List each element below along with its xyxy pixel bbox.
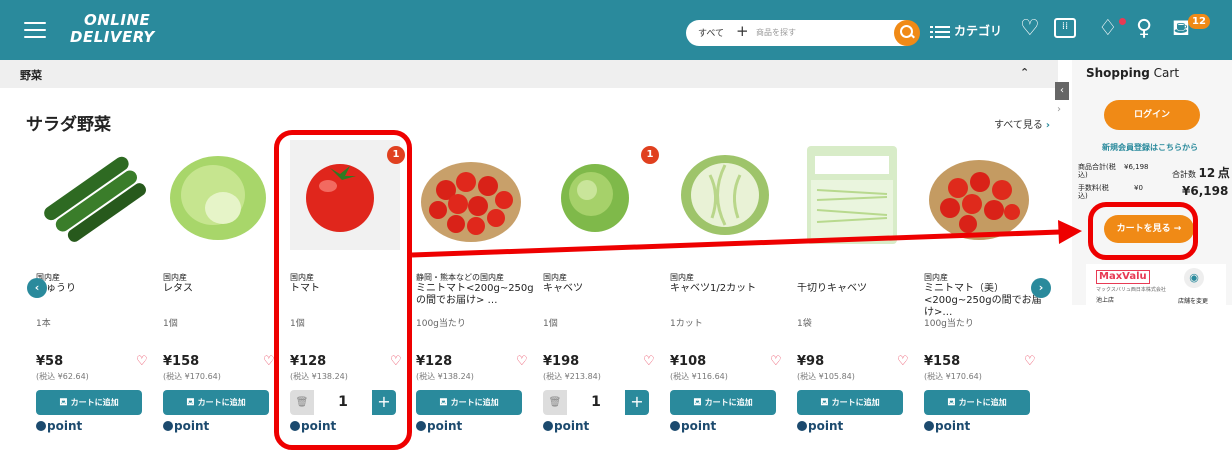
annotation-arrow	[411, 220, 1082, 258]
